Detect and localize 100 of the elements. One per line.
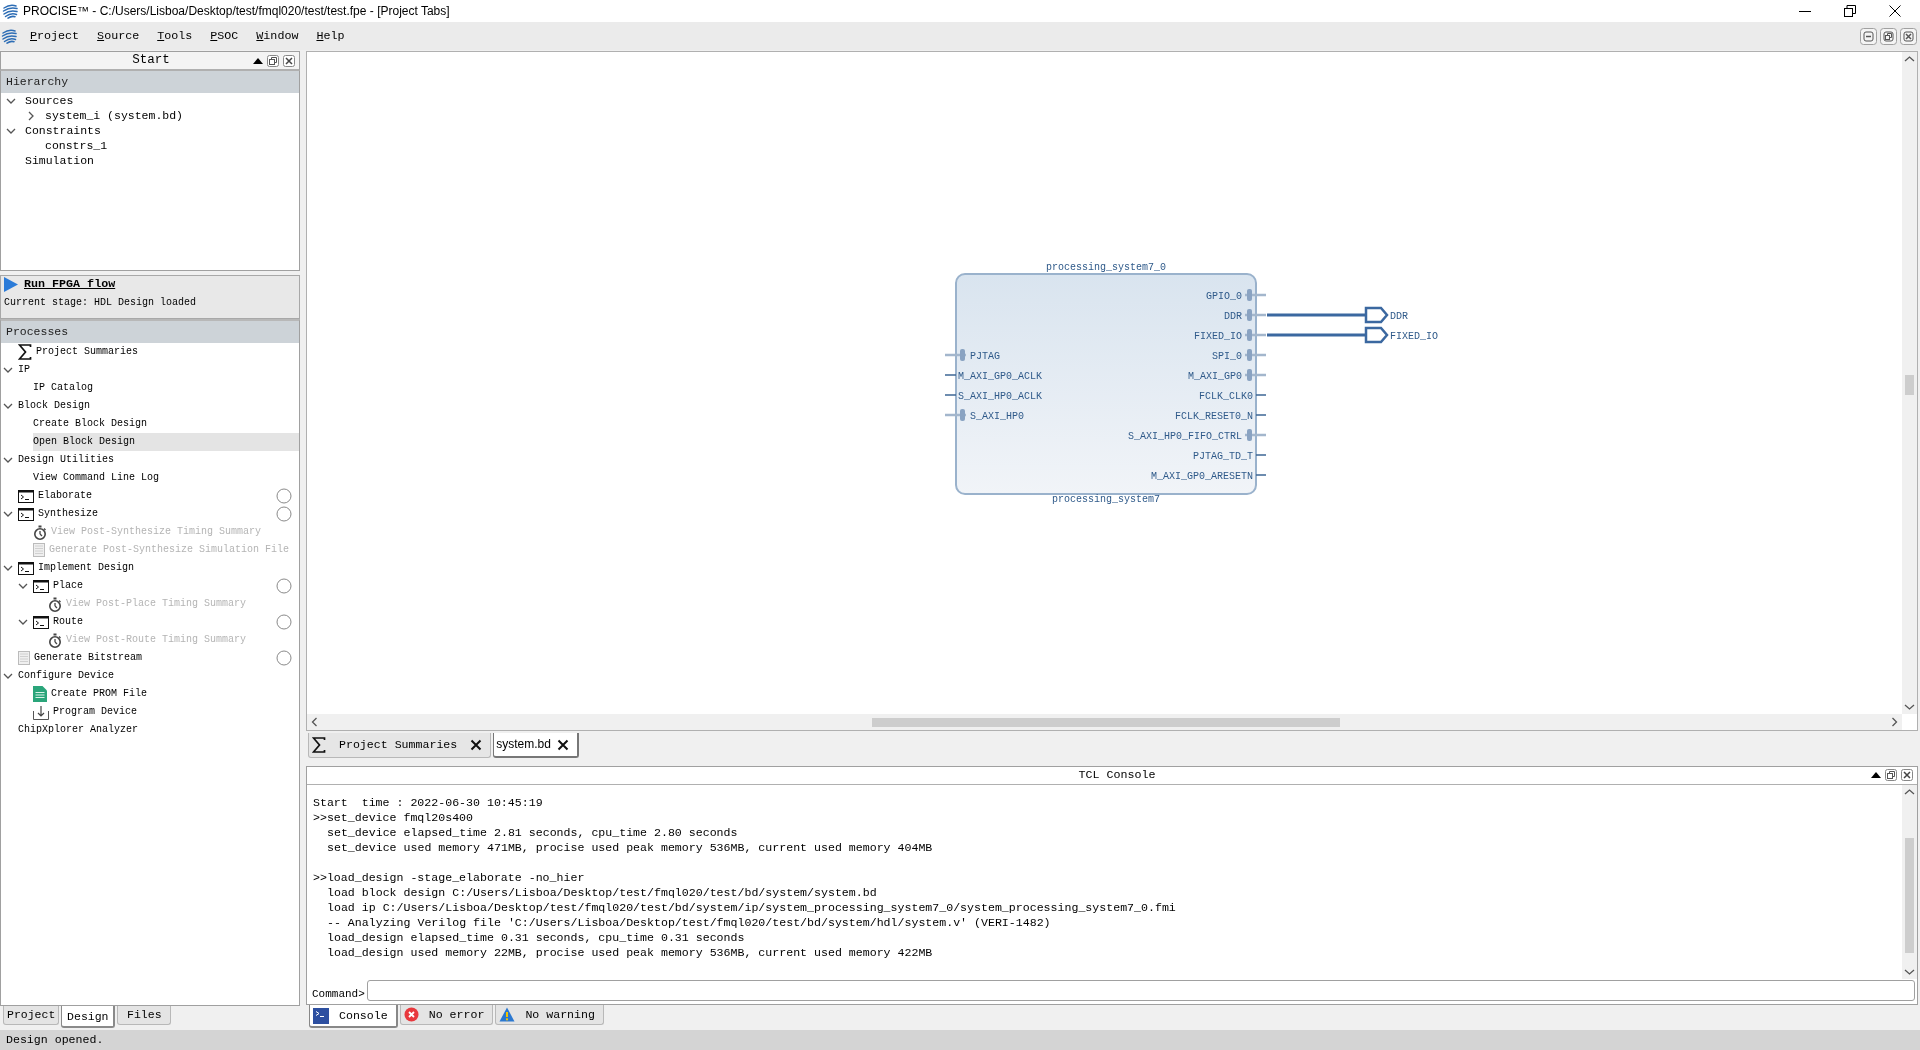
panel-tab[interactable]: Files xyxy=(117,1006,172,1025)
bus-pin-icon[interactable] xyxy=(1245,369,1266,381)
chevron-down-icon[interactable] xyxy=(3,455,13,465)
chevron-down-icon[interactable] xyxy=(18,581,28,591)
process-item[interactable]: Generate Bitstream xyxy=(18,649,143,667)
float-icon[interactable] xyxy=(1885,769,1897,782)
process-item[interactable]: Project Summaries xyxy=(18,343,139,361)
process-item[interactable]: Open Block Design xyxy=(33,433,299,451)
ip-block[interactable] xyxy=(955,273,1257,495)
console-line: -- Analyzing Verilog file 'C:/Users/Lisboa/Desktop/test/fmql020/test/bd/system/hdl/system.v' (VERI-1482) xyxy=(326,914,1052,930)
external-port-icon[interactable] xyxy=(1364,306,1389,324)
sigma-icon xyxy=(312,737,326,753)
process-item[interactable]: Block Design xyxy=(18,397,90,415)
document-tab[interactable]: system.bd xyxy=(493,733,579,758)
net-wire[interactable] xyxy=(1267,333,1365,337)
menu-item[interactable]: Project xyxy=(21,28,89,44)
bus-pin-icon[interactable] xyxy=(1245,289,1266,301)
close-icon[interactable] xyxy=(1889,5,1901,17)
bus-pin-icon[interactable] xyxy=(1245,309,1266,321)
document-icon xyxy=(33,686,47,702)
tree-item[interactable]: constrs_1 xyxy=(45,138,108,153)
close-icon[interactable] xyxy=(283,54,295,67)
tree-item[interactable]: Sources xyxy=(25,93,74,108)
process-item[interactable]: Create PROM File xyxy=(33,685,147,703)
port-label: GPIO_0 xyxy=(1206,290,1242,302)
console-tab[interactable]: No error xyxy=(399,1005,494,1025)
console-line: set_device elapsed_time 2.81 seconds, cpu_time 2.80 seconds xyxy=(326,824,739,840)
process-item[interactable]: ChipXplorer Analyzer xyxy=(18,721,139,739)
tree-item[interactable]: Simulation xyxy=(25,153,94,168)
scrollbar-thumb[interactable] xyxy=(872,717,1340,727)
bus-pin-icon[interactable] xyxy=(945,409,966,421)
external-port-label: FIXED_IO xyxy=(1390,330,1438,342)
external-port-icon[interactable] xyxy=(1364,326,1389,344)
process-item[interactable]: Create Block Design xyxy=(33,415,148,433)
tree-item[interactable]: Constraints xyxy=(25,123,101,138)
chevron-down-icon[interactable] xyxy=(3,365,13,375)
bus-pin-icon[interactable] xyxy=(945,349,966,361)
chevron-down-icon[interactable] xyxy=(3,563,13,573)
process-item[interactable]: Route xyxy=(33,613,83,631)
console-tab[interactable]: Console xyxy=(309,1005,398,1028)
tab-label: Project Summaries xyxy=(339,738,458,752)
stopwatch-icon xyxy=(48,596,62,612)
process-item[interactable]: View Command Line Log xyxy=(33,469,160,487)
panel-tab[interactable]: Design xyxy=(61,1006,116,1028)
port-label: FCLK_RESET0_N xyxy=(1175,410,1253,422)
block-type-label: processing_system7 xyxy=(1052,494,1160,505)
process-item[interactable]: Elaborate xyxy=(18,487,92,505)
net-wire[interactable] xyxy=(1267,313,1365,317)
command-input[interactable] xyxy=(366,980,1915,1001)
port-label: M_AXI_GP0_ARESETN xyxy=(1150,470,1253,482)
menu-item[interactable]: Source xyxy=(88,28,149,44)
panel-tab[interactable]: Project xyxy=(3,1006,60,1025)
status-bar: Design opened. xyxy=(0,1030,1920,1050)
process-item[interactable]: Design Utilities xyxy=(18,451,114,469)
close-icon[interactable] xyxy=(1900,27,1917,45)
process-item[interactable]: Synthesize xyxy=(18,505,98,523)
close-icon[interactable] xyxy=(470,739,483,751)
port-label: S_AXI_HP0_FIFO_CTRL xyxy=(1127,430,1242,442)
process-item[interactable]: IP Catalog xyxy=(33,379,93,397)
terminal-icon xyxy=(313,1007,329,1024)
scrollbar-thumb[interactable] xyxy=(1905,375,1914,395)
chevron-down-icon[interactable] xyxy=(3,509,13,519)
menu-item[interactable]: Help xyxy=(307,28,354,44)
menu-item[interactable]: PSOC xyxy=(201,28,248,44)
close-icon[interactable] xyxy=(1901,769,1913,782)
console-tab[interactable]: No warning xyxy=(495,1005,604,1025)
process-item[interactable]: Program Device xyxy=(33,703,137,721)
process-item[interactable]: Place xyxy=(33,577,83,595)
chevron-right-icon[interactable] xyxy=(26,110,36,121)
process-item[interactable]: IP xyxy=(18,361,30,379)
chevron-down-icon[interactable] xyxy=(3,401,13,411)
float-icon[interactable] xyxy=(267,54,279,67)
collapse-icon[interactable] xyxy=(253,56,263,65)
tree-item[interactable]: system_i (system.bd) xyxy=(45,108,184,123)
port-label: FIXED_IO xyxy=(1194,330,1242,342)
close-icon[interactable] xyxy=(556,738,569,751)
chevron-down-icon[interactable] xyxy=(18,617,28,627)
bus-pin-icon[interactable] xyxy=(1245,429,1266,441)
menu-item[interactable]: Window xyxy=(247,28,308,44)
play-icon[interactable] xyxy=(4,277,18,292)
stopwatch-icon xyxy=(48,632,62,648)
restore-icon[interactable] xyxy=(1880,27,1897,45)
process-item[interactable]: Configure Device xyxy=(18,667,114,685)
scrollbar-thumb[interactable] xyxy=(1905,837,1914,953)
bus-pin-icon[interactable] xyxy=(1245,349,1266,361)
chevron-down-icon[interactable] xyxy=(3,671,13,681)
run-flow-link[interactable]: Run FPGA flow xyxy=(24,277,116,292)
document-tab[interactable]: Project Summaries xyxy=(308,733,492,758)
port-label: PJTAG_TD_T xyxy=(1193,450,1253,462)
window-title: PROCISE™ - C:/Users/Lisboa/Desktop/test/fmql020/test/test.fpe - [Project Tabs] xyxy=(23,3,450,19)
port-label: DDR xyxy=(1224,310,1242,322)
process-item[interactable]: Implement Design xyxy=(18,559,134,577)
restore-icon[interactable] xyxy=(1844,5,1856,17)
bus-pin-icon[interactable] xyxy=(1245,329,1266,341)
menu-item[interactable]: Tools xyxy=(148,28,202,44)
logo-icon xyxy=(1,28,17,44)
port-label: S_AXI_HP0_ACLK xyxy=(958,390,1042,402)
section-header: Processes xyxy=(1,321,299,343)
collapse-icon[interactable] xyxy=(1871,771,1881,780)
console-line: load_design elapsed_time 0.31 seconds, cpu_time 0.31 seconds xyxy=(326,929,746,945)
